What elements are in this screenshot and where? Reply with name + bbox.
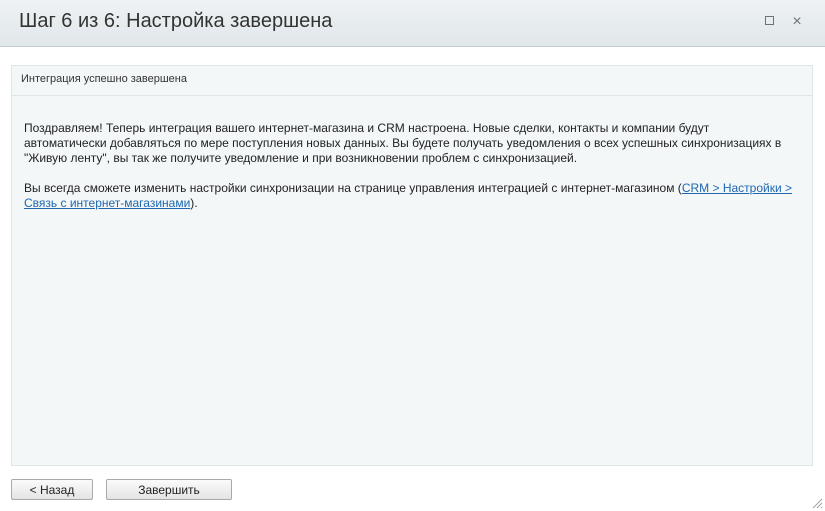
maximize-icon — [764, 16, 774, 26]
settings-info-prefix: Вы всегда сможете изменить настройки син… — [24, 181, 682, 195]
panel-title: Интеграция успешно завершена — [21, 73, 187, 85]
maximize-button[interactable] — [761, 14, 777, 30]
close-button[interactable]: × — [789, 14, 805, 30]
close-icon: × — [792, 13, 802, 30]
content-panel: Интеграция успешно завершена Поздравляем… — [11, 65, 813, 466]
dialog-titlebar[interactable]: Шаг 6 из 6: Настройка завершена × — [0, 0, 825, 47]
dialog-title: Шаг 6 из 6: Настройка завершена — [19, 10, 333, 32]
panel-body: Поздравляем! Теперь интеграция вашего ин… — [24, 121, 794, 226]
wizard-dialog: Шаг 6 из 6: Настройка завершена × Интегр… — [0, 0, 825, 511]
resize-grip-icon[interactable] — [811, 497, 823, 509]
congratulations-text: Поздравляем! Теперь интеграция вашего ин… — [24, 121, 782, 165]
finish-button[interactable]: Завершить — [106, 479, 232, 500]
panel-header: Интеграция успешно завершена — [12, 66, 812, 96]
settings-info-text: Вы всегда сможете изменить настройки син… — [24, 181, 794, 211]
back-button[interactable]: < Назад — [11, 479, 93, 500]
settings-info-suffix: ). — [190, 196, 198, 210]
